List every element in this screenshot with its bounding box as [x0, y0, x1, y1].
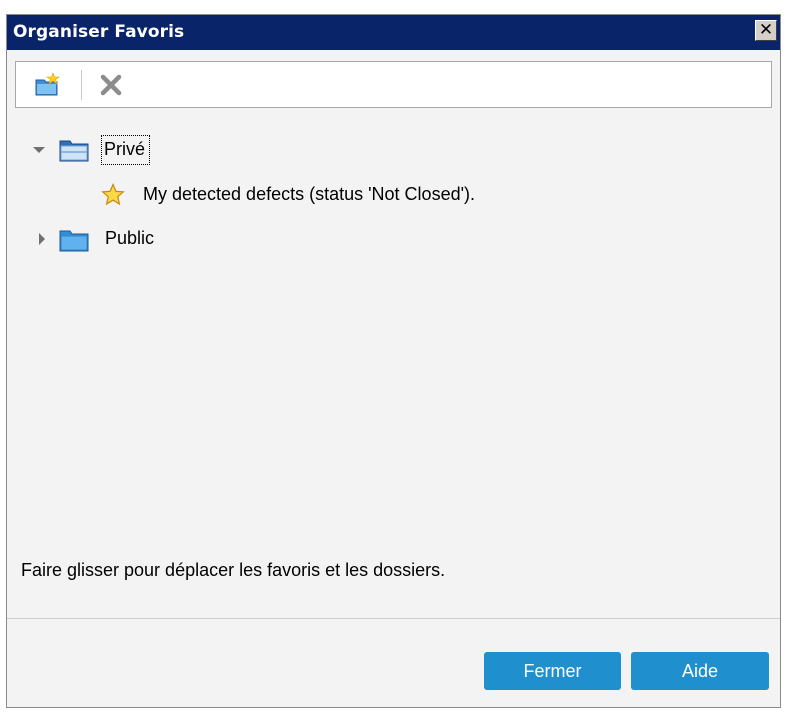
help-button-label: Aide: [681, 661, 719, 681]
favorite-item[interactable]: My detected defects (status 'Not Closed'…: [15, 181, 615, 211]
tree-node-label: Privé: [101, 135, 151, 165]
delete-x-icon: [100, 74, 122, 96]
expand-arrow-icon[interactable]: [33, 147, 45, 153]
title-bar[interactable]: Organiser Favoris ✕: [7, 15, 780, 50]
folder-icon: [59, 230, 89, 252]
organize-favorites-dialog: Organiser Favoris ✕ Privé My detected de…: [6, 14, 781, 708]
close-button[interactable]: Fermer: [484, 652, 621, 690]
tree-node-public[interactable]: Public: [15, 225, 415, 255]
dialog-title: Organiser Favoris: [13, 22, 185, 42]
collapse-arrow-icon[interactable]: [39, 233, 45, 245]
close-button-label: Fermer: [523, 661, 582, 681]
new-folder-button[interactable]: [34, 72, 60, 98]
favorite-label: My detected defects (status 'Not Closed'…: [143, 184, 476, 204]
new-folder-icon: [35, 72, 60, 96]
delete-button[interactable]: [98, 72, 124, 98]
close-icon: ✕: [758, 20, 774, 40]
help-button[interactable]: Aide: [631, 652, 769, 690]
drag-hint-text: Faire glisser pour déplacer les favoris …: [21, 560, 446, 580]
folder-icon: [59, 140, 89, 162]
toolbar: [15, 61, 772, 108]
star-icon: [101, 183, 125, 206]
divider: [7, 618, 780, 619]
favorites-tree: Privé My detected defects (status 'Not C…: [15, 115, 772, 535]
tree-node-label: Public: [105, 228, 155, 248]
toolbar-separator: [81, 70, 82, 100]
close-window-button[interactable]: ✕: [755, 20, 777, 41]
tree-node-prive[interactable]: Privé: [15, 135, 415, 165]
